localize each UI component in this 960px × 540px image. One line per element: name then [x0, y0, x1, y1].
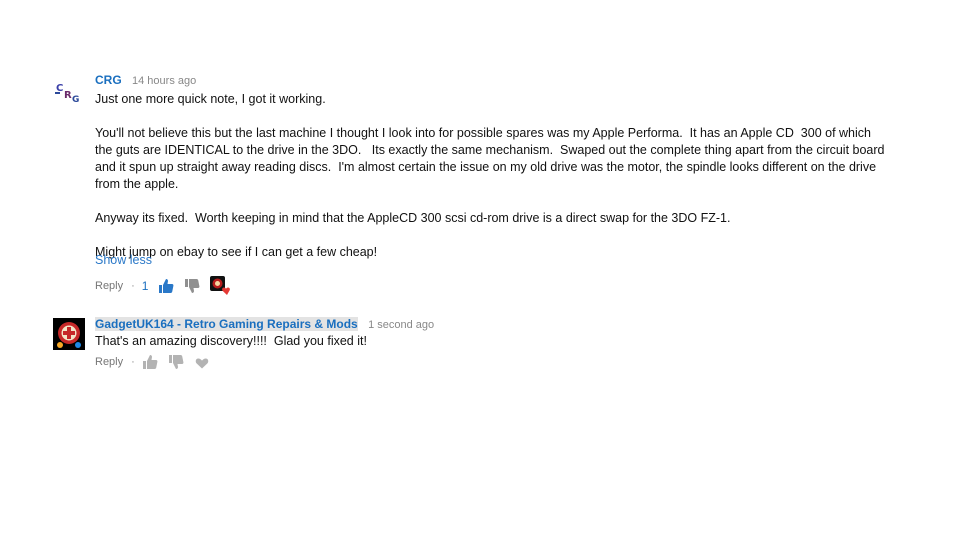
comment-author[interactable]: CRG [95, 73, 122, 87]
thumbs-up-icon[interactable] [142, 354, 158, 370]
comment-paragraph: Just one more quick note, I got it worki… [95, 92, 326, 106]
comment-header: GadgetUK164 - Retro Gaming Repairs & Mod… [95, 317, 434, 332]
comment-text: Just one more quick note, I got it worki… [95, 91, 885, 261]
svg-text:R: R [64, 90, 72, 101]
comment-timestamp[interactable]: 14 hours ago [132, 75, 196, 87]
comment-paragraph: Anyway its fixed. Worth keeping in mind … [95, 211, 731, 225]
reply-button[interactable]: Reply [95, 280, 123, 292]
comment-timestamp[interactable]: 1 second ago [368, 319, 434, 331]
thumbs-down-icon[interactable] [184, 278, 200, 294]
reply-button[interactable]: Reply [95, 356, 123, 368]
separator-dot: · [131, 280, 135, 292]
thumbs-down-icon[interactable] [168, 354, 184, 370]
comment-actions: Reply · 1 [95, 276, 242, 296]
comment-paragraph: You'll not believe this but the last mac… [95, 126, 888, 191]
thumbs-up-icon[interactable] [158, 278, 174, 294]
separator-dot: · [131, 356, 135, 368]
like-count: 1 [141, 279, 149, 293]
creator-heart-icon[interactable] [210, 276, 232, 296]
comment-paragraph: That's an amazing discovery!!!! Glad you… [95, 334, 367, 348]
gadgetuk-avatar[interactable] [53, 318, 85, 350]
crg-avatar[interactable]: C R G [55, 80, 83, 105]
comment-paragraph: Might jump on ebay to see if I can get a… [95, 245, 378, 259]
heart-icon[interactable] [194, 354, 210, 370]
comment-actions: Reply · [95, 353, 220, 371]
show-less-link[interactable]: Show less [95, 253, 152, 267]
comment-author[interactable]: GadgetUK164 - Retro Gaming Repairs & Mod… [95, 317, 358, 331]
comment-text: That's an amazing discovery!!!! Glad you… [95, 333, 885, 350]
comment-header: CRG 14 hours ago [95, 73, 196, 88]
svg-text:G: G [72, 95, 79, 104]
